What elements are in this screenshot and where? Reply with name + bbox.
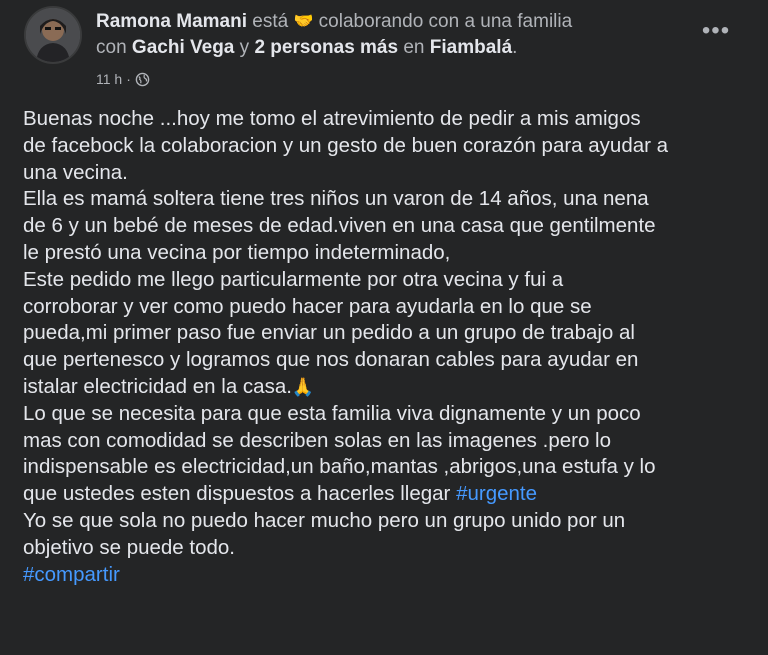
- handshake-icon: 🤝: [293, 13, 314, 30]
- location-suffix: .: [512, 37, 518, 58]
- avatar-image: [26, 8, 80, 62]
- globe-icon[interactable]: [135, 72, 150, 87]
- post-line: que pertenesco y logramos que nos donara…: [23, 348, 639, 372]
- post-time[interactable]: 11 h: [96, 70, 122, 88]
- post-meta: 11 h ·: [96, 70, 150, 88]
- post-line: que ustedes esten dispuestos a hacerles …: [23, 482, 451, 506]
- post-header: Ramona Mamani está 🤝 colaborando con a u…: [24, 6, 744, 90]
- post-line: corroborar y ver como puedo hacer para a…: [23, 294, 592, 318]
- post-line: Ella es mamá soltera tiene tres niños un…: [23, 187, 649, 211]
- post-line-with-emoji: istalar electricidad en la casa.🙏: [23, 374, 749, 401]
- with-text: con: [96, 37, 127, 58]
- verb-text: está: [252, 11, 289, 32]
- post-line: istalar electricidad en la casa.: [23, 374, 292, 398]
- post-line: Buenas noche ...hoy me tomo el atrevimie…: [23, 107, 641, 130]
- tagged-person-link[interactable]: Gachi Vega: [132, 37, 234, 58]
- in-text: en: [403, 37, 425, 58]
- post-line-with-hashtag: que ustedes esten dispuestos a hacerles …: [23, 481, 749, 508]
- post-body: Buenas noche ...hoy me tomo el atrevimie…: [23, 106, 749, 588]
- post-line: de 6 y un bebé de meses de edad.viven en…: [23, 214, 656, 238]
- post-line: de facebock la colaboracion y un gesto d…: [23, 133, 669, 157]
- post-line: mas con comodidad se describen solas en …: [23, 428, 611, 452]
- activity-text: colaborando con a una familia: [318, 11, 573, 32]
- more-options-icon[interactable]: •••: [698, 19, 734, 46]
- author-name[interactable]: Ramona Mamani: [96, 11, 247, 32]
- post-line: le prestó una vecina por tiempo indeterm…: [23, 240, 451, 264]
- post-line: Lo que se necesita para que esta familia…: [23, 401, 641, 425]
- post-line: Este pedido me llego particularmente por…: [23, 267, 564, 291]
- post-line: Yo se que sola no puedo hacer mucho pero…: [23, 508, 626, 532]
- location-link[interactable]: Fiambalá: [430, 37, 512, 58]
- post-line: pueda,mi primer paso fue enviar un pedid…: [23, 321, 635, 345]
- hashtag-urgente-link[interactable]: #urgente: [456, 482, 537, 505]
- others-link[interactable]: 2 personas más: [254, 37, 398, 58]
- post-header-text: Ramona Mamani está 🤝 colaborando con a u…: [96, 9, 656, 61]
- praying-hands-icon: 🙏: [291, 376, 315, 397]
- meta-separator: ·: [126, 71, 131, 87]
- hashtag-compartir-link[interactable]: #compartir: [23, 562, 749, 589]
- and-text: y: [239, 37, 250, 58]
- post-line: indispensable es electricidad,un baño,ma…: [23, 455, 656, 479]
- author-avatar[interactable]: [24, 6, 82, 64]
- post-line: una vecina.: [23, 160, 128, 184]
- post-line: objetivo se puede todo.: [23, 535, 235, 559]
- facebook-post: Ramona Mamani está 🤝 colaborando con a u…: [0, 0, 768, 655]
